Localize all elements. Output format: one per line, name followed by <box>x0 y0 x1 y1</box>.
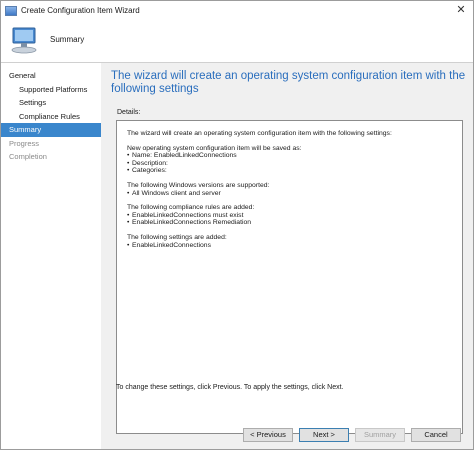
summary-button: Summary <box>355 428 405 442</box>
nav-item-settings: Settings <box>19 98 47 107</box>
nav-item-progress: Progress <box>9 138 40 148</box>
wizard-app-icon <box>5 5 17 16</box>
detail-name: Name: EnabledLinkedConnections <box>127 152 452 160</box>
nav-item-compliance-rules: Compliance Rules <box>19 111 80 121</box>
nav-item-completion: Completion <box>9 152 47 161</box>
rule-item: EnableLinkedConnections must exist <box>127 212 452 220</box>
rule-item: EnableLinkedConnections Remediation <box>127 219 452 227</box>
versions-header: The following Windows versions are suppo… <box>127 181 270 189</box>
previous-button[interactable]: < Previous <box>243 428 293 442</box>
window-title: Create Configuration Item Wizard <box>21 6 140 15</box>
next-button[interactable]: Next > <box>299 428 349 442</box>
details-intro: The wizard will create an operating syst… <box>127 130 392 137</box>
details-label: Details: <box>117 109 141 116</box>
detail-description: Description: <box>127 160 452 168</box>
wizard-header: Summary <box>1 20 473 63</box>
summary-heading: The wizard will create an operating syst… <box>111 70 466 95</box>
computer-icon <box>11 27 37 54</box>
wizard-window: Create Configuration Item Wizard ✕ Summa… <box>0 0 474 450</box>
cancel-button[interactable]: Cancel <box>411 428 461 442</box>
page-title: Summary <box>50 35 85 44</box>
content-pane: The wizard will create an operating syst… <box>101 63 473 449</box>
save-header: New operating system configuration item … <box>127 144 302 152</box>
nav-item-general: General <box>9 71 36 80</box>
rules-header: The following compliance rules are added… <box>127 204 255 212</box>
footer-instructions: To change these settings, click Previous… <box>116 384 344 391</box>
nav-item-supported-platforms: Supported Platforms <box>19 84 88 94</box>
detail-categories: Categories: <box>127 167 452 175</box>
setting-item: EnableLinkedConnections <box>127 242 452 250</box>
nav-item-summary: Summary <box>1 123 101 137</box>
version-item: All Windows client and server <box>127 190 452 198</box>
title-bar[interactable]: Create Configuration Item Wizard ✕ <box>1 1 473 20</box>
wizard-nav: General Supported Platforms Settings Com… <box>1 63 101 449</box>
close-icon[interactable]: ✕ <box>453 3 469 17</box>
settings-header: The following settings are added: <box>127 233 227 241</box>
